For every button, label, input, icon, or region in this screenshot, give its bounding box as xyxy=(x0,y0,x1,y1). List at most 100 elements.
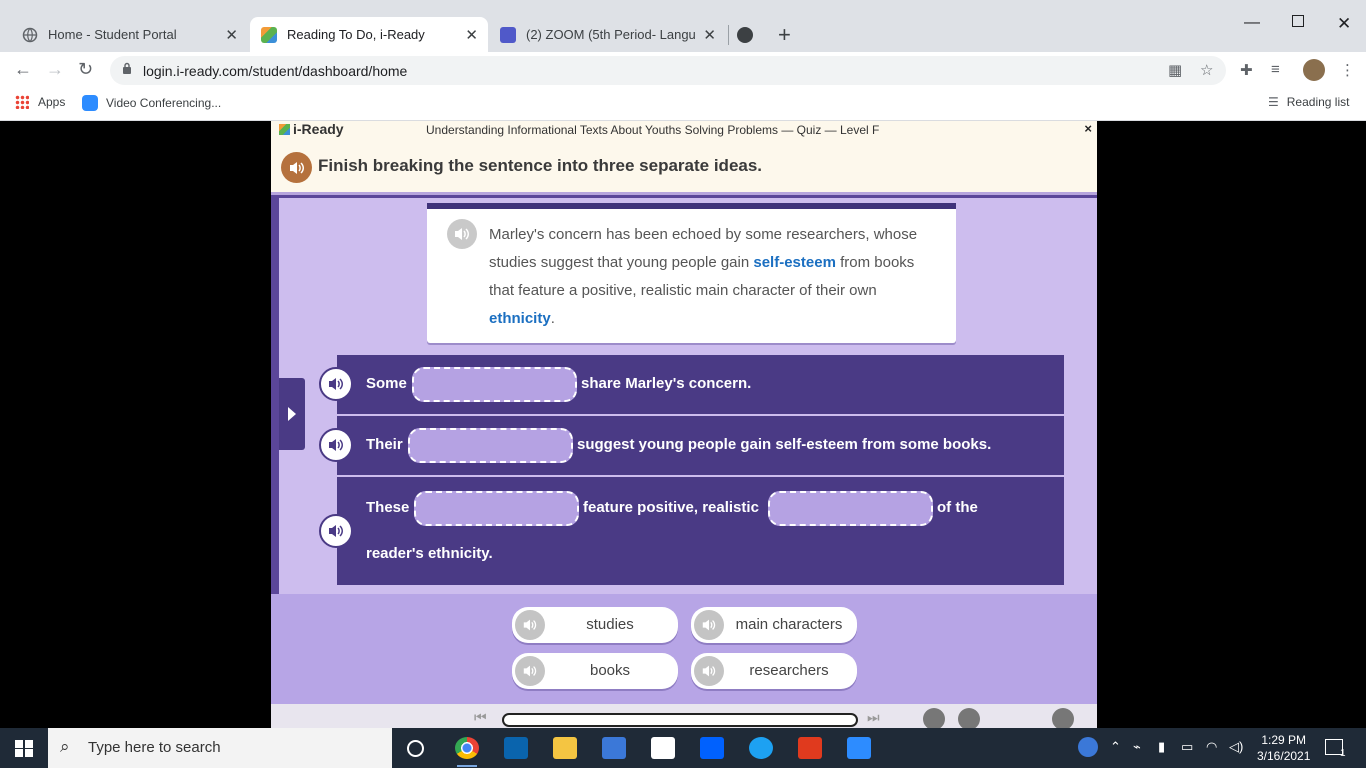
row-text: suggest young people gain self-esteem fr… xyxy=(577,436,992,453)
windows-start-icon[interactable] xyxy=(15,740,33,757)
volume-icon[interactable]: ◁) xyxy=(1229,739,1243,755)
dropbox-app-icon[interactable] xyxy=(700,737,724,759)
sentence-row-2: Their suggest young people gain self-est… xyxy=(319,416,1064,475)
help-icon[interactable] xyxy=(958,708,980,728)
chip-speaker-icon[interactable] xyxy=(694,656,724,686)
skip-forward-icon[interactable]: ⏭ xyxy=(867,709,880,726)
app-header: i-Ready Understanding Informational Text… xyxy=(271,121,1097,139)
qr-code-icon[interactable]: ▦ xyxy=(1168,61,1182,79)
tab-title: Reading To Do, i-Ready xyxy=(287,27,425,42)
browser-tab-bar: Home - Student Portal ✕ Reading To Do, i… xyxy=(0,0,1366,52)
forward-arrow-icon[interactable]: → xyxy=(46,59,64,80)
zoom-app-icon[interactable] xyxy=(847,737,871,759)
store-app-icon[interactable] xyxy=(602,737,626,759)
taskbar-search-box[interactable]: ⌕ Type here to search xyxy=(48,728,392,768)
chip-speaker-icon[interactable] xyxy=(515,610,545,640)
row-text: reader's ethnicity. xyxy=(366,545,493,562)
kebab-menu-icon[interactable]: ⋮ xyxy=(1340,61,1355,79)
mail-app-icon[interactable] xyxy=(504,737,528,759)
address-bar[interactable]: login.i-ready.com/student/dashboard/home… xyxy=(110,56,1226,85)
side-panel-toggle[interactable] xyxy=(279,378,305,450)
word-chip-studies[interactable]: studies xyxy=(512,607,678,643)
new-tab-plus-icon[interactable]: + xyxy=(778,22,791,48)
zoom-icon xyxy=(82,95,98,111)
minimize-icon[interactable]: — xyxy=(1244,14,1260,32)
drop-blank[interactable] xyxy=(412,367,577,402)
tray-chevron-icon[interactable]: ⌃ xyxy=(1110,739,1121,755)
help-tray-icon[interactable] xyxy=(1078,737,1098,757)
passage-card: Marley's concern has been echoed by some… xyxy=(427,203,956,343)
word-chip-books[interactable]: books xyxy=(512,653,678,689)
close-tab-icon[interactable]: ✕ xyxy=(465,26,478,44)
lock-icon xyxy=(123,62,131,74)
close-tab-icon[interactable]: ✕ xyxy=(225,26,238,44)
chip-label: main characters xyxy=(735,616,843,633)
wifi-icon[interactable]: ◠ xyxy=(1206,739,1217,755)
back-arrow-icon[interactable]: ← xyxy=(14,59,32,80)
chip-speaker-icon[interactable] xyxy=(515,656,545,686)
pause-icon[interactable] xyxy=(923,708,945,728)
tab-overflow-icon[interactable] xyxy=(737,27,753,43)
reading-list-icon: ☰ xyxy=(1268,95,1279,109)
player-controls: ⏮ ⏭ xyxy=(271,704,1097,728)
word-chip-researchers[interactable]: researchers xyxy=(691,653,857,689)
amazon-app-icon[interactable] xyxy=(651,737,675,759)
row-text: feature positive, realistic xyxy=(583,499,759,516)
bookmark-video-conferencing[interactable]: Video Conferencing... xyxy=(82,95,221,111)
tab-student-portal[interactable]: Home - Student Portal ✕ xyxy=(10,17,248,52)
row-text: These xyxy=(366,499,410,516)
passage-text: Marley's concern has been echoed by some… xyxy=(489,221,939,333)
office-app-icon[interactable] xyxy=(798,737,822,759)
network-off-icon[interactable]: ⌁ xyxy=(1133,739,1141,755)
reload-icon[interactable]: ↻ xyxy=(78,59,93,80)
close-window-icon[interactable]: ✕ xyxy=(1337,14,1351,34)
reading-list-button[interactable]: ☰ Reading list xyxy=(1268,95,1349,109)
tab-zoom[interactable]: (2) ZOOM (5th Period- Language ✕ xyxy=(490,17,726,52)
chrome-app-icon[interactable] xyxy=(455,737,479,759)
extensions-puzzle-icon[interactable]: ✚ xyxy=(1240,61,1253,79)
chip-speaker-icon[interactable] xyxy=(694,610,724,640)
cortana-icon[interactable] xyxy=(407,740,424,757)
row-speaker-icon[interactable] xyxy=(319,514,353,548)
iready-logo: i-Ready xyxy=(279,121,344,137)
tab-reading-to-do[interactable]: Reading To Do, i-Ready ✕ xyxy=(250,17,488,52)
close-lesson-icon[interactable]: × xyxy=(1084,121,1092,136)
bookmark-apps[interactable]: Apps xyxy=(15,95,65,109)
page-content: i-Ready Understanding Informational Text… xyxy=(0,121,1366,728)
tab-title: Home - Student Portal xyxy=(48,27,177,42)
sentence-row-3: These feature positive, realistic of the… xyxy=(319,477,1064,585)
keyword-ethnicity[interactable]: ethnicity xyxy=(489,310,551,327)
microphone-icon[interactable]: ▮ xyxy=(1158,739,1165,755)
bookmark-star-icon[interactable]: ☆ xyxy=(1200,61,1213,79)
drop-blank[interactable] xyxy=(414,491,579,526)
maximize-icon[interactable] xyxy=(1292,15,1304,27)
battery-icon[interactable]: ▭ xyxy=(1181,739,1193,755)
reading-list-label: Reading list xyxy=(1286,95,1350,109)
settings-gear-icon[interactable] xyxy=(1052,708,1074,728)
row-speaker-icon[interactable] xyxy=(319,367,353,401)
keyword-self-esteem[interactable]: self-esteem xyxy=(753,254,836,271)
speaker-icon[interactable] xyxy=(281,152,312,183)
edge-app-icon[interactable] xyxy=(749,737,773,759)
lesson-title: Understanding Informational Texts About … xyxy=(426,123,880,137)
close-tab-icon[interactable]: ✕ xyxy=(703,26,716,44)
passage-speaker-icon[interactable] xyxy=(447,219,477,249)
profile-avatar[interactable] xyxy=(1303,59,1325,81)
expand-arrow-icon xyxy=(288,407,296,421)
browser-toolbar: ← → ↻ login.i-ready.com/student/dashboar… xyxy=(0,52,1366,89)
skip-back-icon[interactable]: ⏮ xyxy=(474,709,487,726)
url-text: login.i-ready.com/student/dashboard/home xyxy=(143,63,408,79)
word-chip-main-characters[interactable]: main characters xyxy=(691,607,857,643)
row-text: Their xyxy=(366,436,403,453)
media-playlist-icon[interactable]: ≡ xyxy=(1271,61,1280,78)
row-speaker-icon[interactable] xyxy=(319,428,353,462)
file-explorer-icon[interactable] xyxy=(553,737,577,759)
row-text: Some xyxy=(366,375,407,392)
bookmark-label: Apps xyxy=(38,95,66,109)
drop-blank[interactable] xyxy=(768,491,933,526)
system-clock[interactable]: 1:29 PM 3/16/2021 xyxy=(1257,732,1310,764)
iready-cube-icon xyxy=(279,124,290,135)
clock-time: 1:29 PM xyxy=(1261,733,1307,747)
search-icon: ⌕ xyxy=(60,737,70,756)
drop-blank[interactable] xyxy=(408,428,573,463)
